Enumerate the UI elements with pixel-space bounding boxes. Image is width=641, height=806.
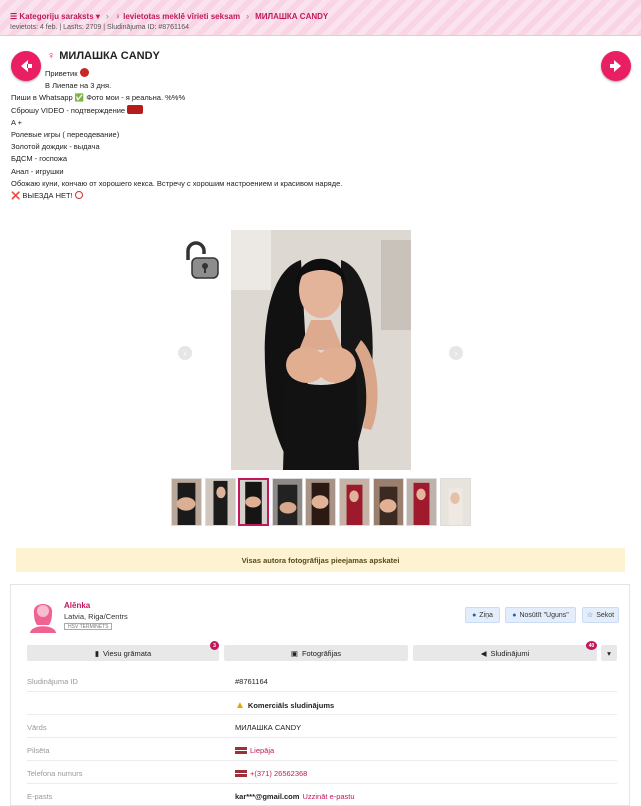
gallery-next-button[interactable]: › [449,346,463,360]
table-row: E-pasts kar***@gmail.com Uzzināt e-pastu [27,784,617,806]
detail-key: Vārds [27,723,47,732]
avatar[interactable] [28,597,58,633]
fire-icon: ● [512,611,517,619]
description-line: ❌ ВЫЕЗДА НЕТ! [11,190,431,202]
photos-available-notice: Visas autora fotogrāfijas pieejamas apsk… [16,548,625,572]
header-bar: ☰ Kategoriju saraksts ▾ › ♀ Ievietotas m… [0,0,641,36]
description-line: A + [11,117,23,127]
latvia-flag-icon [235,770,247,777]
author-name[interactable]: Alēnka [64,601,90,610]
thumbnail-active[interactable] [238,478,270,526]
description-line: БДСМ - госпожа [11,154,68,164]
detail-key: Sludinājuma ID [27,677,78,686]
thumbnail[interactable] [305,478,337,526]
detail-value: #8761164 [235,677,268,686]
table-row: Telefona numurs +(371) 26562368 [27,761,617,784]
author-location: Latvia, Riga/Centrs [64,612,128,621]
thumbnail[interactable] [204,478,236,526]
reveal-email-link[interactable]: Uzzināt e-pastu [302,792,354,801]
photo-icon: ▣ [290,648,298,658]
coins-icon: ▲ [235,700,245,711]
author-badge: HSV TERMINĒTS [64,623,113,630]
email-masked: kar***@gmail.com [235,792,300,801]
breadcrumb-categories[interactable]: ☰ Kategoriju saraksts ▾ [10,12,100,21]
table-row: Sludinājuma ID #8761164 [27,669,617,692]
ad-title-text: МИЛАШКА CANDY [59,50,160,62]
female-avatar-icon [30,604,56,633]
guestbook-count-badge: 3 [210,641,219,650]
no-entry-icon [74,191,83,200]
follow-button[interactable]: ☆ Sekot [582,607,619,623]
ad-meta: Ievietots: 4 feb. | Lasīts: 2709 | Sludi… [10,24,190,31]
gallery-prev-button[interactable]: ‹ [178,346,192,360]
book-icon: ▮ [94,648,99,658]
thumbnail[interactable] [439,478,471,526]
chat-icon: ● [472,611,477,619]
table-row: Pilsēta Liepāja [27,738,617,761]
description-line: Анал - игрушки [11,166,64,176]
thumbnail-strip [171,478,473,526]
next-ad-button[interactable] [601,51,631,81]
chevron-right-icon: › [246,11,250,21]
more-dropdown-button[interactable]: ▾ [601,645,617,661]
description-line: Ролевые игры ( переодевание) [11,130,120,140]
breadcrumb-current: МИЛАШКА CANDY [255,11,329,21]
send-fire-button[interactable]: ● Nosūtīt "Uguns" [505,607,576,623]
film-icon [127,104,144,114]
thumbnail[interactable] [171,478,202,526]
chevron-left-icon: ‹ [183,348,187,358]
arrow-right-icon [610,60,621,72]
tab-photos[interactable]: ▣ Fotogrāfijas [224,645,408,661]
tab-guestbook[interactable]: ▮ Viesu grāmata 3 [27,641,219,661]
city-link[interactable]: Liepāja [250,746,274,755]
author-card: Alēnka Latvia, Riga/Centrs HSV TERMINĒTS… [10,584,630,806]
thumbnail[interactable] [338,478,370,526]
description-line: Обожаю куни, кончаю от хорошего кекса. В… [11,178,343,188]
tab-guestbook-label: Viesu grāmata [102,648,152,658]
description-line: Приветик [11,68,431,80]
megaphone-icon: ◀ [480,648,487,658]
lips-icon [79,68,89,77]
detail-key: Telefona numurs [27,769,83,778]
chevron-right-icon: › [454,348,458,358]
table-row: Vārds МИЛАШКА CANDY [27,715,617,738]
table-row: ▲ Komerciāls sludinājums [27,692,617,715]
thumbnail[interactable] [372,478,404,526]
main-photo[interactable] [231,230,411,470]
tab-ads-label: Sludinājumi [490,648,530,658]
send-fire-button-label: Nosūtīt "Uguns" [519,611,569,619]
message-button[interactable]: ● Ziņa [465,607,500,623]
thumbnail[interactable] [271,478,303,526]
tab-photos-label: Fotogrāfijas [301,648,342,658]
detail-key: Pilsēta [27,746,50,755]
tab-ads[interactable]: ◀ Sludinājumi 40 [413,641,597,661]
latvia-flag-icon [235,747,247,754]
description-line: Золотой дождик - выдача [11,142,100,152]
ad-description: Приветик В Лиепае на 3 дня. Пиши в Whats… [11,68,431,202]
chevron-right-icon: › [105,11,109,21]
detail-key: E-pasts [27,792,53,801]
description-line: В Лиепае на 3 дня. [45,81,112,91]
detail-value: МИЛАШКА CANDY [235,723,302,732]
unlocked-padlock-icon[interactable] [180,240,222,282]
breadcrumb-section[interactable]: ♀ Ievietotas meklē vīrieti seksam [115,12,240,21]
ad-title: ♀ МИЛАШКА CANDY [47,50,160,62]
description-line: Пиши в Whatsapp ✅ Фото мои - я реальна. … [11,93,186,103]
female-icon: ♀ [47,50,56,62]
thumbnail[interactable] [406,478,438,526]
commercial-label: Komerciāls sludinājums [247,701,335,710]
message-button-label: Ziņa [479,611,493,619]
caret-down-icon: ▾ [607,648,611,658]
ads-count-badge: 40 [586,641,597,650]
description-line: Сброшу VIDEO - подтверждение [11,104,431,117]
phone-link[interactable]: +(371) 26562368 [250,769,307,778]
breadcrumb: ☰ Kategoriju saraksts ▾ › ♀ Ievietotas m… [10,10,328,22]
ad-details-table: Sludinājuma ID #8761164 ▲ Komerciāls slud… [27,669,617,806]
follow-button-label: Sekot [596,611,615,619]
star-icon: ☆ [586,612,594,619]
